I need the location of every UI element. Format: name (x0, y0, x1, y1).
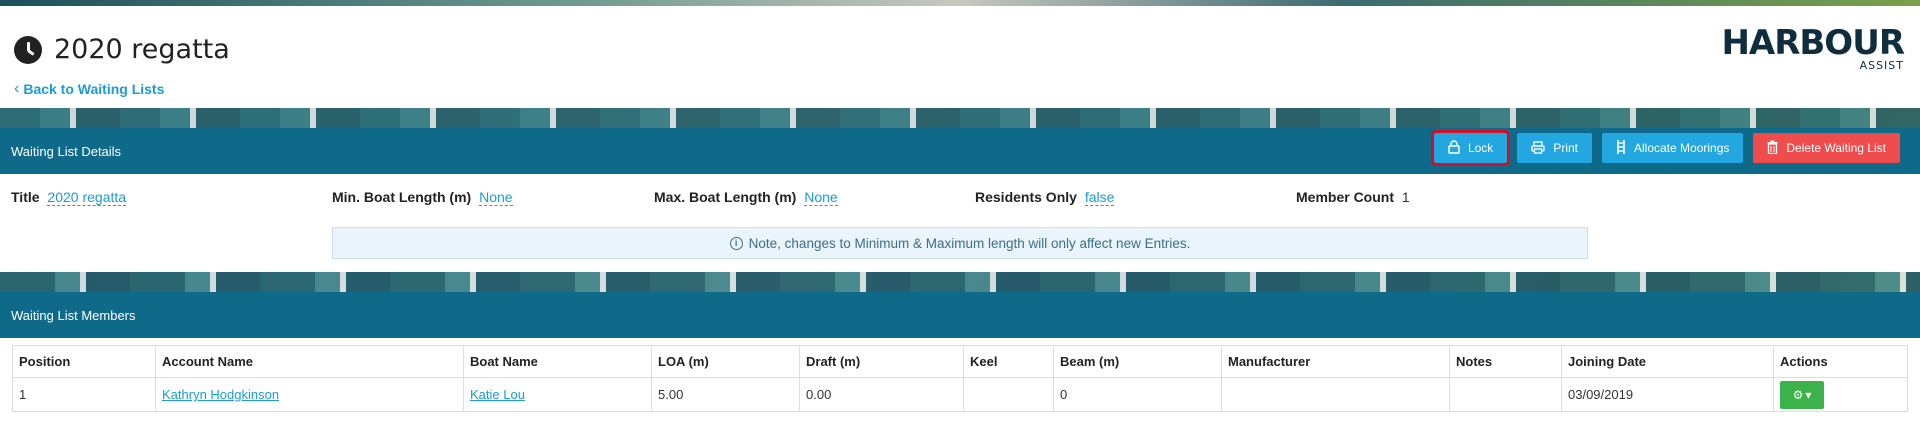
lock-icon (1448, 140, 1460, 156)
details-fields: Title 2020 regatta Min. Boat Length (m) … (0, 174, 1920, 272)
waiting-list-details-panel: Waiting List Details Lock Print Allocate… (0, 128, 1920, 272)
min-boat-length-label: Min. Boat Length (m) (332, 189, 472, 205)
column-header-keel[interactable]: Keel (963, 345, 1054, 378)
cell-manufacturer (1221, 377, 1450, 412)
title-label: Title (11, 189, 40, 205)
max-boat-length-value-editable[interactable]: None (804, 189, 838, 206)
column-header-position[interactable]: Position (12, 345, 156, 378)
print-button-label: Print (1553, 141, 1578, 155)
background-strip-lower (0, 272, 1920, 292)
column-header-manufacturer[interactable]: Manufacturer (1221, 345, 1450, 378)
cell-position: 1 (12, 377, 156, 412)
min-boat-length-value-editable[interactable]: None (479, 189, 513, 206)
column-header-draft[interactable]: Draft (m) (799, 345, 964, 378)
back-to-waiting-lists-link[interactable]: ‹ Back to Waiting Lists (14, 80, 164, 98)
background-strip-middle (0, 108, 1920, 128)
details-action-buttons: Lock Print Allocate Moorings Delete Wait… (1430, 130, 1900, 166)
max-boat-length-label: Max. Boat Length (m) (654, 189, 797, 205)
delete-waiting-list-button[interactable]: Delete Waiting List (1753, 133, 1900, 163)
cell-account-name: Kathryn Hodgkinson (155, 377, 464, 412)
delete-waiting-list-label: Delete Waiting List (1786, 141, 1886, 155)
cell-joining-date: 03/09/2019 (1561, 377, 1774, 412)
column-header-boat-name[interactable]: Boat Name (463, 345, 652, 378)
residents-only-field: Residents Only false (975, 189, 1115, 206)
length-change-note: i Note, changes to Minimum & Maximum len… (332, 227, 1588, 259)
residents-only-value-editable[interactable]: false (1084, 189, 1115, 206)
cell-beam: 0 (1053, 377, 1222, 412)
residents-only-label: Residents Only (975, 189, 1077, 205)
column-header-beam[interactable]: Beam (m) (1053, 345, 1222, 378)
cell-notes (1449, 377, 1562, 412)
table-row: 1 Kathryn Hodgkinson Katie Lou 5.00 0.00… (12, 377, 1908, 412)
page-header: 2020 regatta ‹ Back to Waiting Lists HAR… (0, 6, 1920, 108)
lock-button[interactable]: Lock (1430, 130, 1511, 166)
max-boat-length-field: Max. Boat Length (m) None (654, 189, 838, 206)
column-header-account-name[interactable]: Account Name (155, 345, 464, 378)
title-value-editable[interactable]: 2020 regatta (47, 189, 127, 206)
waiting-list-members-panel: Waiting List Members Position Account Na… (0, 292, 1920, 432)
column-header-loa[interactable]: LOA (m) (651, 345, 800, 378)
cell-boat-name: Katie Lou (463, 377, 652, 412)
boat-name-link[interactable]: Katie Lou (470, 387, 525, 402)
print-button[interactable]: Print (1517, 133, 1592, 163)
back-link-label: Back to Waiting Lists (23, 81, 165, 97)
harbour-assist-logo: HARBOUR ASSIST (1721, 23, 1905, 72)
lock-button-label: Lock (1467, 141, 1494, 155)
chevron-left-icon: ‹ (14, 80, 20, 97)
cell-loa: 5.00 (651, 377, 800, 412)
column-header-notes[interactable]: Notes (1449, 345, 1562, 378)
gear-icon: ⚙ (1792, 387, 1804, 402)
member-count-label: Member Count (1296, 189, 1394, 205)
info-icon: i (729, 236, 743, 250)
details-panel-title: Waiting List Details (11, 143, 122, 159)
trash-icon (1767, 140, 1778, 156)
account-name-link[interactable]: Kathryn Hodgkinson (162, 387, 279, 402)
min-boat-length-field: Min. Boat Length (m) None (332, 189, 513, 206)
members-panel-header: Waiting List Members (0, 292, 1920, 338)
row-actions-dropdown-button[interactable]: ⚙ ▾ (1780, 380, 1824, 409)
members-table: Position Account Name Boat Name LOA (m) … (12, 345, 1908, 412)
allocate-moorings-button[interactable]: Allocate Moorings (1602, 133, 1744, 163)
details-panel-header: Waiting List Details Lock Print Allocate… (0, 128, 1920, 174)
logo-main-text: HARBOUR (1721, 23, 1905, 63)
clock-icon (14, 35, 42, 64)
cell-draft: 0.00 (799, 377, 964, 412)
allocate-moorings-label: Allocate Moorings (1634, 141, 1730, 155)
cell-actions: ⚙ ▾ (1773, 377, 1908, 412)
cell-keel (963, 377, 1054, 412)
printer-icon (1531, 140, 1545, 156)
page-title-text: 2020 regatta (54, 34, 230, 65)
ladder-icon (1616, 140, 1626, 156)
member-count-value: 1 (1401, 189, 1410, 205)
column-header-actions: Actions (1773, 345, 1908, 378)
title-field: Title 2020 regatta (11, 189, 127, 206)
members-panel-title: Waiting List Members (11, 307, 136, 323)
caret-down-icon: ▾ (1805, 387, 1812, 402)
column-header-joining-date[interactable]: Joining Date (1561, 345, 1774, 378)
member-count-field: Member Count 1 (1296, 189, 1410, 205)
members-table-header-row: Position Account Name Boat Name LOA (m) … (12, 345, 1908, 378)
page-title: 2020 regatta (14, 34, 230, 65)
note-text: Note, changes to Minimum & Maximum lengt… (748, 235, 1191, 251)
